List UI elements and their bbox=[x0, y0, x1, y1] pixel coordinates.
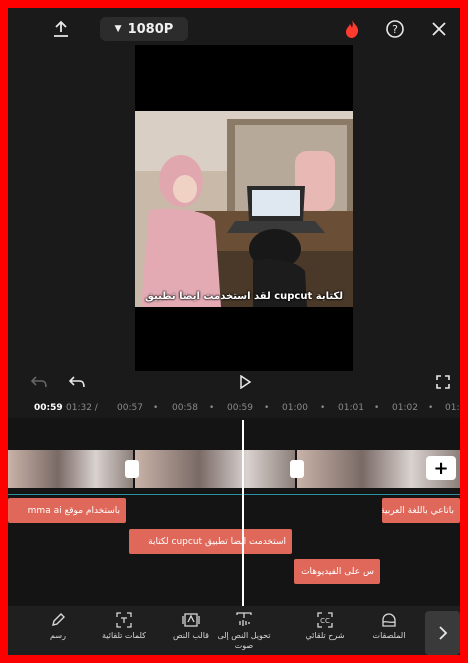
tool-label: الملصقات bbox=[372, 631, 406, 640]
export-icon[interactable] bbox=[48, 17, 74, 41]
text-clip-label: س على الفيديوهات bbox=[301, 566, 374, 577]
video-clip[interactable] bbox=[8, 450, 133, 488]
playhead[interactable] bbox=[242, 420, 244, 620]
text-clip-label: باستخدام موقع mma ai bbox=[27, 505, 120, 516]
tool-label: شرح تلقائي bbox=[305, 631, 345, 640]
transition-button[interactable] bbox=[290, 460, 304, 478]
ruler-tick: 01:0 bbox=[445, 403, 460, 413]
svg-text:?: ? bbox=[392, 23, 398, 36]
text-template-icon bbox=[182, 613, 200, 627]
video-frame-image bbox=[135, 111, 353, 307]
timeline[interactable]: + باستخدام موقع mma ai باتاعي باللغة الع… bbox=[8, 418, 460, 613]
editor-app: ▼ 1080P ? لقد استخدمت ايضا تطبيق cupcut … bbox=[8, 8, 460, 655]
captions-icon: CC bbox=[317, 612, 333, 628]
help-icon[interactable]: ? bbox=[382, 17, 408, 41]
more-tools-button[interactable] bbox=[425, 611, 460, 655]
play-icon[interactable] bbox=[234, 371, 256, 393]
sticker-icon bbox=[382, 613, 396, 627]
resolution-dropdown[interactable]: ▼ 1080P bbox=[100, 17, 188, 41]
caret-down-icon: ▼ bbox=[114, 24, 122, 34]
svg-text:CC: CC bbox=[320, 617, 330, 625]
tool-label: رسم bbox=[50, 631, 66, 640]
ruler-tick: 01:00 bbox=[282, 403, 308, 413]
ruler-tick: 01:02 bbox=[392, 403, 418, 413]
ruler-tick: 00:59 bbox=[227, 403, 253, 413]
text-clip[interactable]: س على الفيديوهات bbox=[294, 559, 380, 584]
transition-button[interactable] bbox=[125, 460, 139, 478]
tool-stickers[interactable]: الملصقات bbox=[361, 612, 417, 641]
ruler-tick: 00:57 bbox=[117, 403, 143, 413]
tool-auto-captions[interactable]: CC شرح تلقائي bbox=[297, 612, 353, 641]
text-clip-label: استخدمت ايضا تطبيق cupcut لكتابة bbox=[148, 536, 286, 547]
current-time: 00:59 bbox=[34, 403, 63, 413]
text-clip[interactable]: باستخدام موقع mma ai bbox=[8, 498, 126, 523]
auto-words-icon bbox=[116, 612, 132, 628]
fullscreen-icon[interactable] bbox=[432, 372, 454, 392]
tool-text-template[interactable]: قالب النص bbox=[163, 612, 219, 641]
video-caption: لقد استخدمت ايضا تطبيق cupcut لكتابة bbox=[145, 291, 343, 302]
text-to-speech-icon bbox=[236, 612, 252, 626]
total-time: 01:32 / bbox=[66, 403, 98, 413]
ruler-tick: 01:01 bbox=[338, 403, 364, 413]
tool-label: كلمات تلقائية bbox=[102, 631, 146, 640]
text-clip[interactable]: استخدمت ايضا تطبيق cupcut لكتابة bbox=[129, 529, 292, 554]
bottom-toolbar: رسم كلمات تلقائية قالب النص تحويل النص إ… bbox=[8, 606, 460, 655]
tool-draw[interactable]: رسم bbox=[30, 612, 86, 641]
top-bar: ▼ 1080P ? bbox=[8, 8, 460, 50]
resolution-label: 1080P bbox=[127, 21, 174, 37]
pen-icon bbox=[52, 613, 65, 626]
undo-icon[interactable] bbox=[66, 372, 88, 392]
tool-text-to-speech[interactable]: تحويل النص إلى صوت bbox=[216, 612, 272, 651]
text-clip[interactable]: باتاعي باللغة العربية bbox=[382, 498, 460, 523]
tool-label: قالب النص bbox=[173, 631, 209, 640]
close-icon[interactable] bbox=[426, 17, 452, 41]
undo-disabled-icon[interactable] bbox=[28, 372, 50, 392]
tool-auto-words[interactable]: كلمات تلقائية bbox=[96, 612, 152, 641]
flame-icon[interactable] bbox=[339, 17, 365, 41]
ruler-tick: 00:58 bbox=[172, 403, 198, 413]
track-divider bbox=[8, 494, 460, 495]
add-clip-button[interactable]: + bbox=[426, 456, 456, 480]
tool-label: تحويل النص إلى صوت bbox=[217, 631, 271, 650]
time-ruler: 00:59 01:32 / 00:57 • 00:58 • 00:59 • 01… bbox=[8, 400, 460, 418]
chevron-right-icon bbox=[438, 626, 447, 640]
video-clip[interactable] bbox=[135, 450, 295, 488]
text-clip-label: باتاعي باللغة العربية bbox=[382, 505, 454, 516]
video-preview[interactable]: لقد استخدمت ايضا تطبيق cupcut لكتابة bbox=[135, 45, 353, 371]
